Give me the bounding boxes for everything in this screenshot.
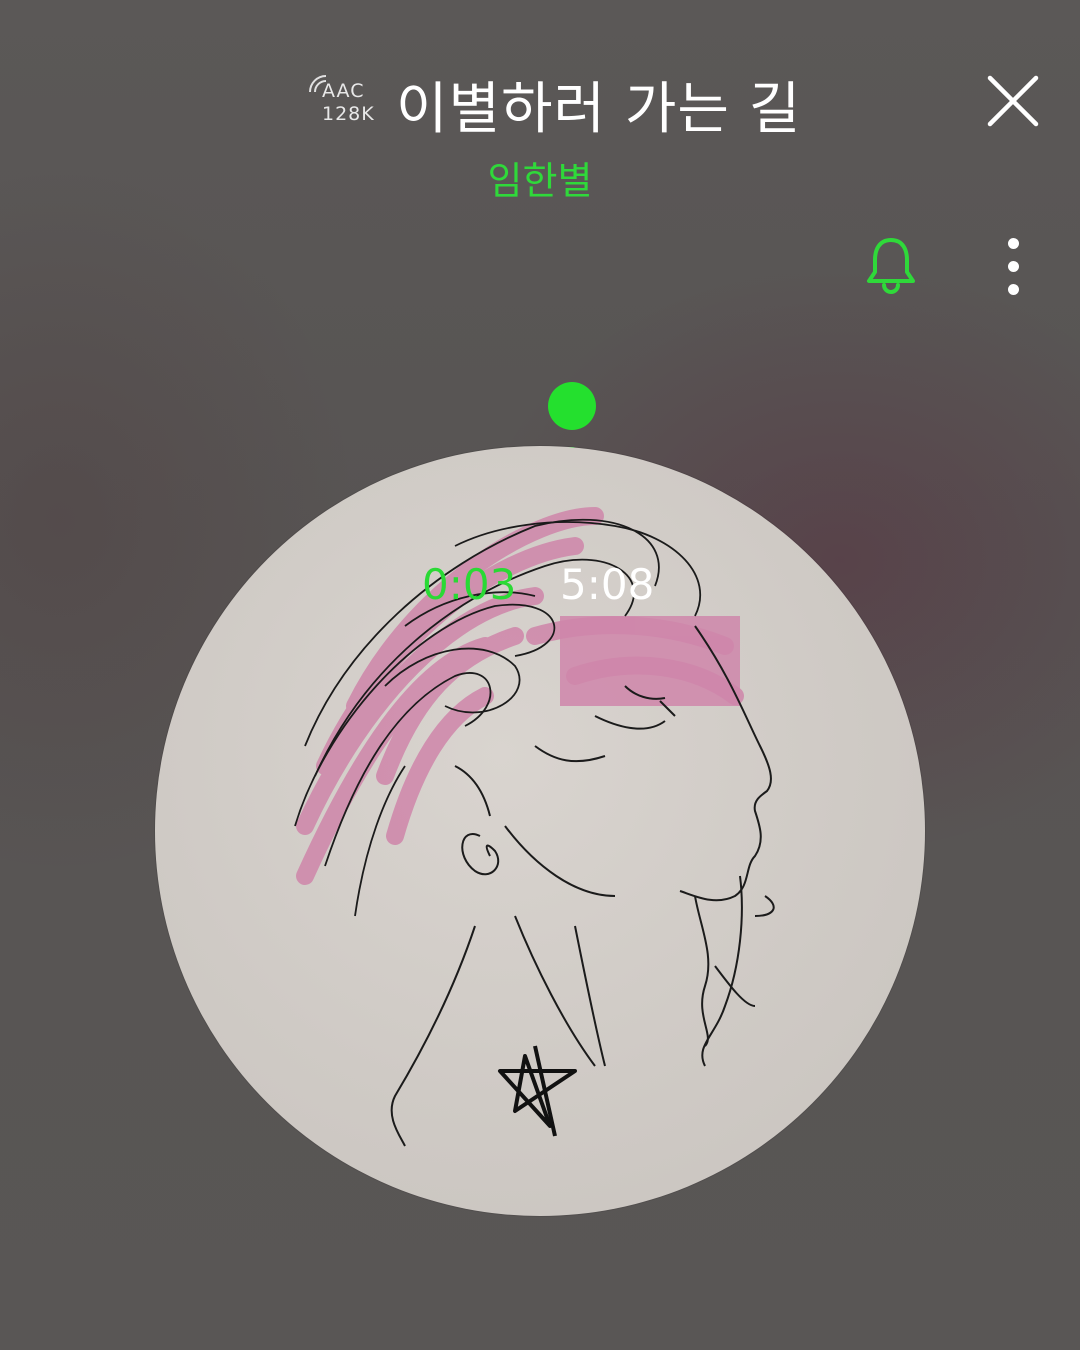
time-total: 5:08 bbox=[560, 560, 655, 609]
time-elapsed: 0:03 bbox=[422, 560, 517, 609]
more-vertical-icon-dot-3 bbox=[1008, 284, 1019, 295]
more-vertical-icon-dot-2 bbox=[1008, 261, 1019, 272]
artist-name[interactable]: 임한별 bbox=[0, 150, 1080, 205]
player-header: AAC 128K 이별하러 가는 길 임한별 bbox=[0, 0, 1080, 220]
close-button[interactable] bbox=[980, 70, 1046, 136]
bell-icon bbox=[867, 238, 915, 294]
quality-bitrate: 128K bbox=[322, 103, 375, 125]
alarm-button[interactable] bbox=[862, 236, 920, 296]
quality-codec: AAC bbox=[322, 80, 365, 102]
close-icon bbox=[987, 75, 1039, 127]
more-options-button[interactable] bbox=[996, 234, 1032, 300]
progress-handle[interactable] bbox=[548, 382, 596, 430]
quality-badge: AAC 128K bbox=[306, 70, 386, 130]
album-art[interactable] bbox=[155, 446, 925, 1216]
more-vertical-icon-dot-1 bbox=[1008, 238, 1019, 249]
album-art-sketch bbox=[294, 507, 775, 1147]
song-title: 이별하러 가는 길 bbox=[396, 77, 802, 142]
